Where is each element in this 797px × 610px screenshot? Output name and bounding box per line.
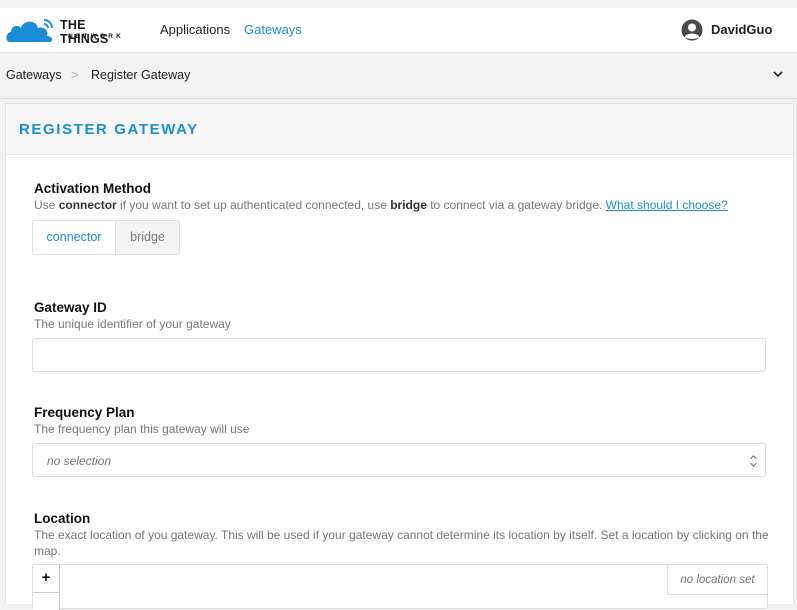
frequency-plan-description: The frequency plan this gateway will use (34, 422, 250, 436)
brand-name-line2: NETWORK (68, 33, 124, 40)
frequency-plan-selected: no selection (47, 454, 112, 468)
activation-method-description: Use connector if you want to set up auth… (34, 198, 728, 212)
location-status-badge: no location set (667, 565, 767, 595)
location-description: The exact location of you gateway. This … (34, 528, 769, 558)
activation-method-label: Activation Method (34, 181, 151, 196)
breadcrumb: Gateways > Register Gateway (0, 53, 797, 99)
frequency-plan-select[interactable]: no selection (32, 443, 766, 477)
gateway-id-label: Gateway ID (34, 300, 107, 315)
what-should-i-choose-link[interactable]: What should I choose? (606, 198, 728, 212)
page-title: REGISTER GATEWAY (19, 121, 199, 138)
bridge-option[interactable]: bridge (116, 221, 179, 254)
connector-option[interactable]: connector (33, 221, 116, 254)
nav-gateways[interactable]: Gateways (244, 22, 302, 37)
card-header: REGISTER GATEWAY (6, 104, 793, 155)
nav-applications[interactable]: Applications (160, 22, 230, 37)
chevron-down-icon[interactable] (772, 68, 784, 80)
user-avatar-icon (681, 19, 703, 41)
breadcrumb-gateways[interactable]: Gateways (6, 68, 62, 82)
brand-logo[interactable]: THE THINGS NETWORK (6, 15, 131, 46)
gateway-id-input[interactable] (32, 338, 766, 372)
select-arrows-icon (750, 455, 757, 467)
user-name: DavidGuo (711, 22, 773, 37)
top-navbar: THE THINGS NETWORK Applications Gateways… (0, 8, 797, 53)
cloud-logo-icon (6, 19, 53, 42)
brand-name-line1: THE THINGS (60, 18, 109, 46)
gateway-id-description: The unique identifier of your gateway (34, 317, 231, 331)
location-map[interactable]: + no location set (32, 564, 768, 610)
breadcrumb-separator: > (71, 67, 79, 82)
zoom-in-button[interactable]: + (33, 565, 60, 593)
frequency-plan-label: Frequency Plan (34, 405, 135, 420)
zoom-out-button[interactable] (33, 593, 60, 610)
breadcrumb-register-gateway: Register Gateway (91, 68, 191, 82)
activation-method-toggle: connector bridge (32, 220, 180, 255)
register-gateway-card: REGISTER GATEWAY Activation Method Use c… (5, 103, 794, 610)
location-label: Location (34, 511, 91, 526)
